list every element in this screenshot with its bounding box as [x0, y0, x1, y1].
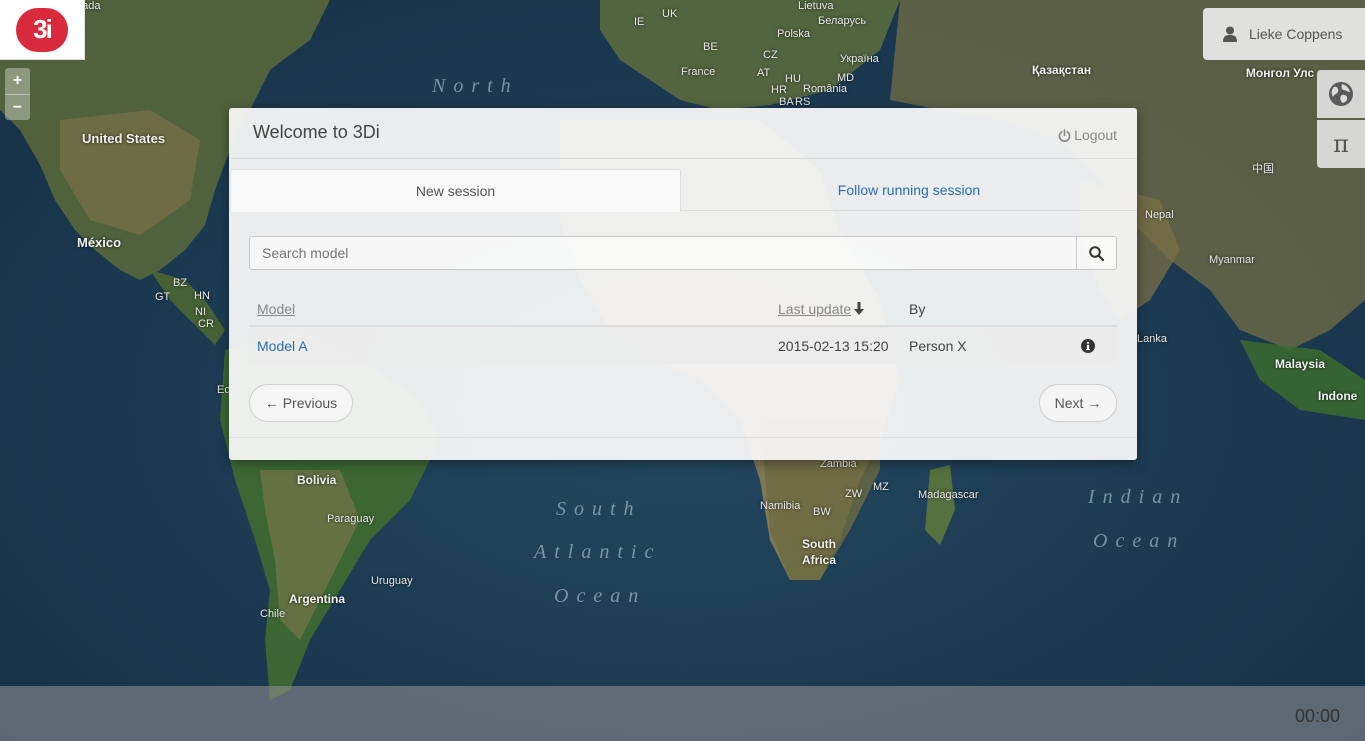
map-label-malaysia: Malaysia — [1275, 357, 1326, 371]
power-icon — [1058, 128, 1071, 142]
zoom-in-button[interactable]: + — [5, 68, 30, 94]
map-label-gt: GT — [155, 291, 171, 303]
map-label-cz: CZ — [763, 49, 778, 61]
user-name: Lieke Coppens — [1249, 26, 1343, 42]
previous-button[interactable]: ← Previous — [249, 384, 353, 422]
map-label-ba: BA — [779, 96, 794, 108]
logo-mark: 3i — [16, 7, 68, 52]
column-header-by: By — [909, 300, 926, 317]
modal-footer-divider — [229, 437, 1137, 438]
user-menu-button[interactable]: Lieke Coppens — [1203, 8, 1365, 60]
zoom-control: + − — [5, 68, 30, 120]
map-label-south-africa: South Africa — [801, 537, 836, 567]
next-button[interactable]: Next → — [1039, 384, 1117, 422]
modal-header: Welcome to 3Di Logout — [229, 108, 1137, 159]
app-logo[interactable]: 3i — [0, 0, 85, 60]
map-label-bz: BZ — [173, 277, 188, 289]
table-header: Model Last update By — [249, 290, 1117, 327]
map-label-ocean-atlantic: Atlantic — [534, 541, 662, 563]
logout-button[interactable]: Logout — [1058, 127, 1117, 143]
map-label-mexico: México — [77, 235, 122, 250]
tab-follow-running-session[interactable]: Follow running session — [681, 169, 1137, 211]
session-tabs: New session Follow running session — [229, 169, 1137, 212]
map-label-paraguay: Paraguay — [327, 513, 375, 525]
map-label-ec: Ec — [217, 384, 230, 396]
sort-down-icon — [854, 302, 865, 315]
map-label-mongolia: Монгол Улс — [1245, 66, 1315, 80]
map-label-hu: HU — [785, 73, 801, 85]
column-header-last-update[interactable]: Last update — [778, 301, 851, 317]
search-model-input[interactable] — [250, 237, 1076, 269]
map-label-ie: IE — [634, 16, 645, 28]
map-label-ocean-ocean-1: Ocean — [554, 585, 647, 607]
map-label-ni: NI — [195, 306, 206, 318]
map-label-myanmar: Myanmar — [1209, 254, 1255, 266]
map-label-kazakhstan: Қазақстан — [1032, 63, 1092, 77]
clock-display: 00:00 — [1294, 706, 1340, 726]
map-label-uruguay: Uruguay — [371, 575, 413, 587]
map-label-ukraine: Україна — [840, 53, 879, 65]
pi-button[interactable]: π — [1317, 120, 1365, 168]
welcome-modal: Welcome to 3Di Logout New session Follow… — [229, 108, 1137, 460]
map-label-be: BE — [703, 41, 718, 53]
map-label-mz: MZ — [873, 481, 889, 493]
map-label-lanka: Lanka — [1137, 333, 1167, 345]
map-label-madagascar: Madagascar — [918, 489, 979, 501]
user-icon — [1223, 26, 1237, 42]
map-label-polska: Polska — [777, 28, 811, 40]
map-label-ocean-indian: Indian — [1088, 486, 1189, 508]
map-label-lietuva: Lietuva — [798, 0, 834, 12]
row-info-button[interactable] — [1081, 327, 1095, 364]
map-label-bw: BW — [813, 506, 831, 518]
column-header-model[interactable]: Model — [257, 290, 295, 327]
tab-new-session[interactable]: New session — [230, 169, 681, 212]
modal-title: Welcome to 3Di — [253, 122, 380, 142]
row-by: Person X — [909, 337, 967, 354]
bottom-timeline-bar: 00:00 — [0, 686, 1365, 741]
map-label-belarus: Беларусь — [818, 15, 867, 27]
map-label-chile: Chile — [260, 608, 286, 620]
search-bar — [249, 236, 1117, 270]
globe-button[interactable] — [1317, 70, 1365, 118]
map-label-uk: UK — [662, 8, 678, 20]
search-button[interactable] — [1076, 237, 1116, 269]
map-label-china: 中国 — [1252, 163, 1274, 175]
map-label-hn: HN — [194, 290, 210, 302]
search-icon — [1089, 245, 1104, 261]
table-row[interactable]: Model A 2015-02-13 15:20 Person X — [249, 327, 1117, 364]
map-label-at: AT — [757, 67, 771, 79]
column-header-last-update-wrap[interactable]: Last update — [778, 290, 865, 327]
map-label-nepal: Nepal — [1145, 209, 1174, 221]
map-label-romania: România — [803, 83, 848, 95]
row-model-link[interactable]: Model A — [257, 327, 308, 364]
map-label-bolivia: Bolivia — [297, 473, 337, 487]
zoom-out-button[interactable]: − — [5, 94, 30, 121]
map-label-indonesia: Indone — [1318, 389, 1358, 403]
map-label-france: France — [681, 66, 716, 78]
map-label-ocean-south: South — [556, 498, 642, 520]
map-label-cr: CR — [198, 318, 214, 330]
info-icon — [1081, 338, 1095, 353]
globe-icon — [1329, 82, 1353, 106]
map-label-zw: ZW — [845, 488, 863, 500]
map-label-rs: RS — [795, 96, 811, 108]
row-last-update: 2015-02-13 15:20 — [778, 337, 889, 354]
map-label-ocean-ocean-2: Ocean — [1093, 530, 1186, 552]
map-label-hr: HR — [771, 84, 787, 96]
map-label-us: United States — [82, 131, 166, 146]
models-table: Model Last update By Model A 2015-02-13 … — [249, 290, 1117, 364]
map-label-north: North — [432, 75, 519, 97]
map-label-namibia: Namibia — [760, 500, 801, 512]
map-label-argentina: Argentina — [289, 592, 346, 606]
logout-label: Logout — [1074, 127, 1117, 143]
